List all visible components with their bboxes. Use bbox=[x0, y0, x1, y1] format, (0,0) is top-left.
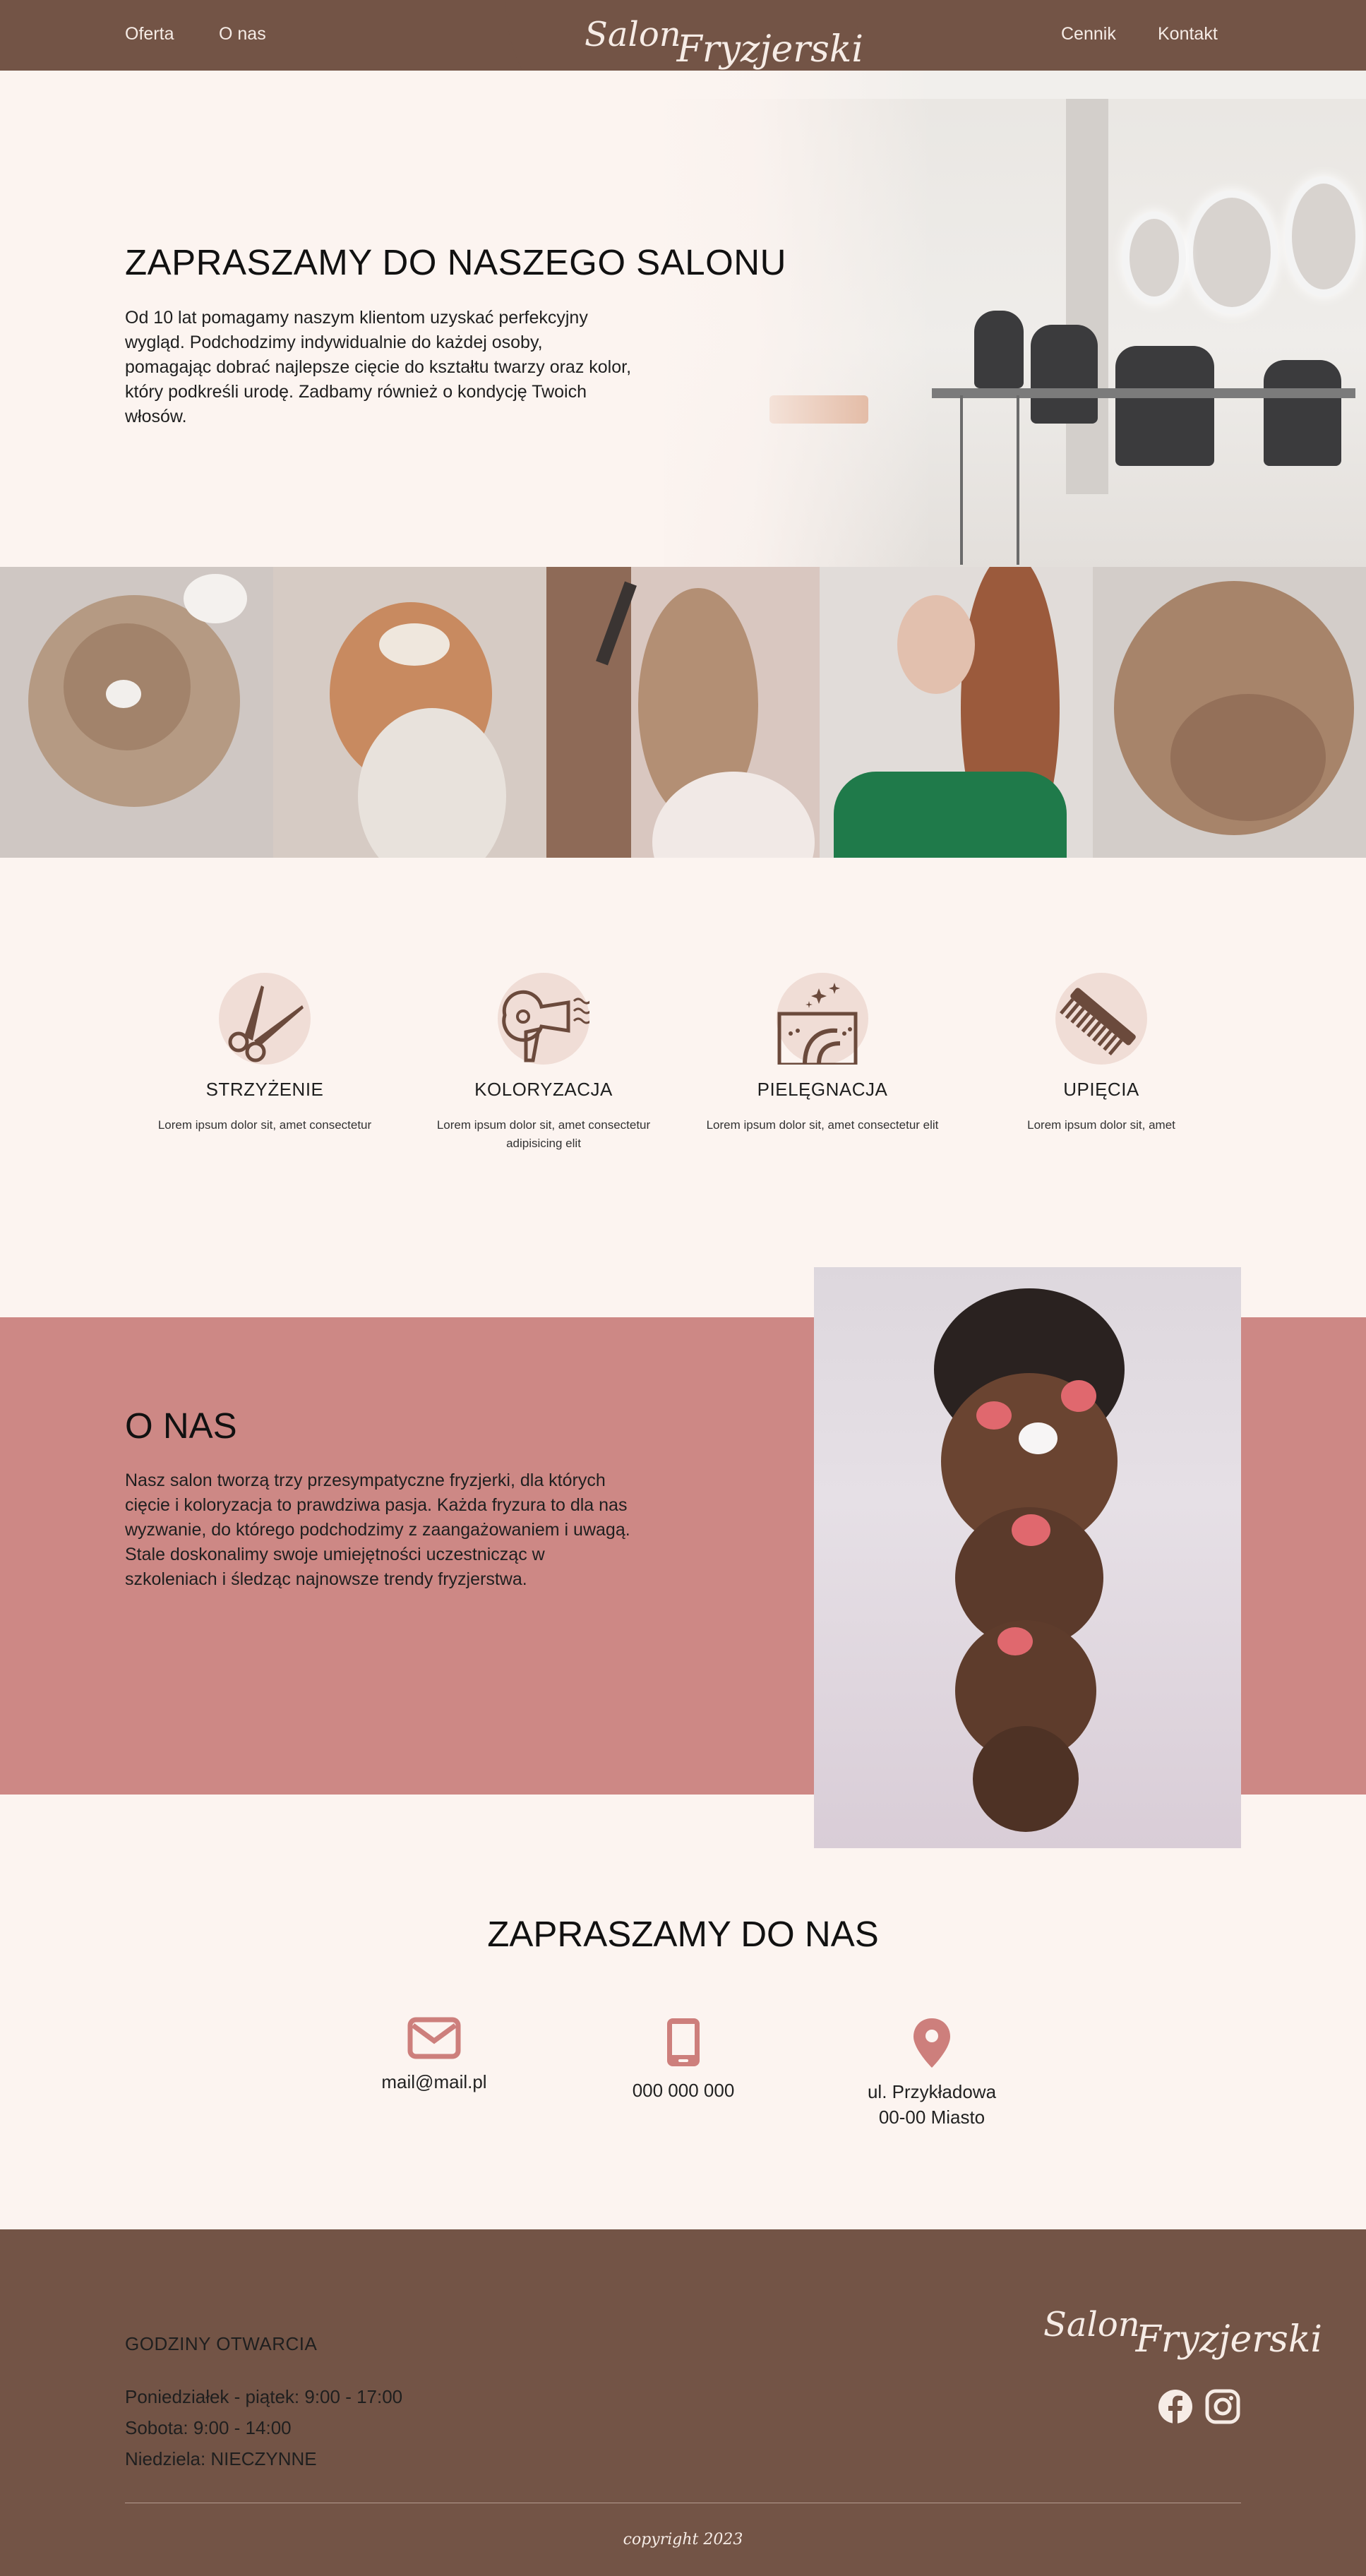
instagram-icon[interactable] bbox=[1205, 2389, 1240, 2424]
service-card-pielegnacja[interactable]: PIELĘGNACJA Lorem ipsum dolor sit, amet … bbox=[688, 973, 957, 1134]
service-description: Lorem ipsum dolor sit, amet consectetur … bbox=[706, 1118, 939, 1132]
contact-title: ZAPRASZAMY DO NAS bbox=[487, 1914, 879, 1954]
nav-link-kontakt[interactable]: Kontakt bbox=[1158, 24, 1218, 44]
nav-link-oferta[interactable]: Oferta bbox=[125, 24, 174, 44]
contact-email[interactable]: mail@mail.pl bbox=[335, 2017, 533, 2095]
gallery-image-waves-green-dress bbox=[820, 567, 1093, 858]
service-description: Lorem ipsum dolor sit, amet consectetur bbox=[157, 1118, 372, 1132]
logo-word-fryzjerski: Fryzjerski bbox=[676, 28, 863, 71]
gallery-image-curling-iron bbox=[546, 567, 820, 858]
hair-dryer-icon bbox=[498, 973, 589, 1065]
service-description: Lorem ipsum dolor sit, amet consectetur … bbox=[436, 1118, 651, 1150]
nav-link-o-nas[interactable]: O nas bbox=[219, 24, 266, 44]
hairstyle-gallery bbox=[0, 567, 1366, 858]
bridal-braid-photo bbox=[814, 1267, 1241, 1848]
hero-description: Od 10 lat pomagamy naszym klientom uzysk… bbox=[125, 308, 632, 426]
logo-word-salon: Salon bbox=[1043, 2305, 1140, 2344]
service-card-strzyzenie[interactable]: STRZYŻENIE Lorem ipsum dolor sit, amet c… bbox=[131, 973, 399, 1134]
address-line-1: ul. Przykładowa bbox=[867, 2081, 997, 2102]
site-logo[interactable]: SalonFryzjerski bbox=[585, 13, 868, 71]
address-line-2: 00-00 Miasto bbox=[878, 2107, 985, 2128]
scissors-icon bbox=[219, 973, 311, 1065]
about-title: O NAS bbox=[125, 1406, 237, 1446]
comb-icon bbox=[1055, 973, 1147, 1065]
hero-title: ZAPRASZAMY DO NASZEGO SALONU bbox=[125, 242, 786, 282]
facebook-icon[interactable] bbox=[1158, 2389, 1193, 2424]
service-title: KOLORYZACJA bbox=[474, 1079, 613, 1100]
location-pin-icon bbox=[913, 2018, 950, 2068]
service-card-koloryzacja[interactable]: KOLORYZACJA Lorem ipsum dolor sit, amet … bbox=[409, 973, 678, 1153]
nav-link-cennik[interactable]: Cennik bbox=[1061, 24, 1116, 44]
copyright-text: copyright 2023 bbox=[623, 2531, 743, 2548]
phone-icon bbox=[667, 2018, 700, 2066]
service-description: Lorem ipsum dolor sit, amet bbox=[1027, 1118, 1175, 1132]
gallery-image-braid-with-pins bbox=[273, 567, 546, 858]
hours-saturday: Sobota: 9:00 - 14:00 bbox=[125, 2417, 292, 2438]
service-title: UPIĘCIA bbox=[1063, 1079, 1139, 1100]
gallery-image-low-bun bbox=[1093, 567, 1366, 858]
phone-text: 000 000 000 bbox=[632, 2080, 735, 2101]
opening-hours-title: GODZINY OTWARCIA bbox=[125, 2333, 318, 2354]
logo-word-fryzjerski: Fryzjerski bbox=[1135, 2318, 1322, 2361]
service-title: STRZYŻENIE bbox=[205, 1079, 324, 1100]
service-card-upiecia[interactable]: UPIĘCIA Lorem ipsum dolor sit, amet bbox=[967, 973, 1235, 1134]
about-description: Nasz salon tworzą trzy przesympatyczne f… bbox=[125, 1470, 630, 1589]
hours-weekdays: Poniedziałek - piątek: 9:00 - 17:00 bbox=[125, 2386, 403, 2407]
hair-care-icon bbox=[777, 973, 868, 1065]
logo-word-salon: Salon bbox=[585, 15, 681, 54]
gallery-image-curled-updo bbox=[0, 567, 273, 858]
hero-section: ZAPRASZAMY DO NASZEGO SALONU Od 10 lat p… bbox=[0, 71, 1366, 567]
footer-logo[interactable]: SalonFryzjerski bbox=[1043, 2303, 1326, 2361]
hours-sunday: Niedziela: NIECZYNNE bbox=[125, 2448, 317, 2469]
contact-phone[interactable]: 000 000 000 bbox=[585, 2017, 782, 2103]
contact-address[interactable]: ul. Przykładowa 00-00 Miasto bbox=[833, 2017, 1031, 2130]
envelope-icon bbox=[407, 2017, 461, 2059]
email-text: mail@mail.pl bbox=[381, 2071, 487, 2092]
service-title: PIELĘGNACJA bbox=[757, 1079, 888, 1100]
